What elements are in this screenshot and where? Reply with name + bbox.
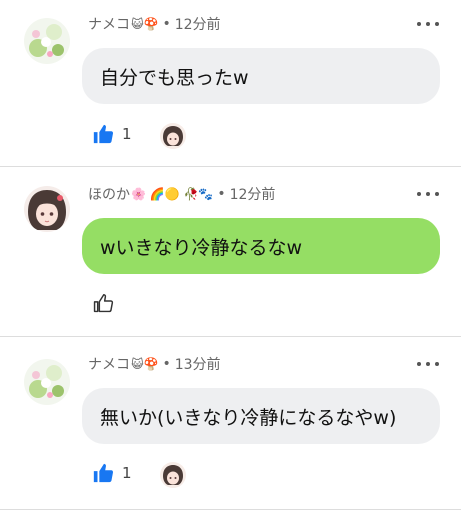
avatar[interactable] (24, 186, 70, 232)
author-name[interactable]: ほのか (88, 184, 130, 204)
divider (0, 509, 461, 510)
separator-dot: • (217, 186, 226, 202)
avatar[interactable] (24, 18, 70, 64)
comment-item: ナメコ 😺🍄 • 13分前 無いか(いきなり冷静になるなやw) 1 (0, 337, 461, 512)
comment-bubble[interactable]: 自分でも思ったw (82, 48, 440, 104)
timestamp: 12分前 (174, 17, 221, 33)
avatar[interactable] (24, 359, 70, 405)
like-count: 1 (122, 125, 132, 143)
comment-meta: ナメコ 😺🍄 • 12分前 (88, 13, 221, 35)
like-button[interactable]: 1 (92, 461, 132, 485)
author-emojis: 🌸 🌈🟡 🥀🐾 (131, 187, 214, 201)
comment-text: 自分でも思ったw (100, 66, 249, 89)
separator-dot: • (162, 16, 171, 32)
author-name[interactable]: ナメコ (88, 14, 130, 34)
thumbs-up-filled-icon (92, 462, 114, 484)
comment-text: wいきなり冷静なるなw (100, 236, 303, 259)
author-name[interactable]: ナメコ (88, 354, 130, 374)
more-options-icon[interactable] (417, 353, 439, 375)
thumbs-up-filled-icon (92, 123, 114, 145)
comment-bubble[interactable]: wいきなり冷静なるなw (82, 218, 440, 274)
more-options-icon[interactable] (417, 13, 439, 35)
reactor-avatar[interactable] (160, 123, 186, 149)
like-button[interactable]: 1 (92, 122, 132, 146)
comment-bubble[interactable]: 無いか(いきなり冷静になるなやw) (82, 388, 440, 444)
author-emojis: 😺🍄 (131, 17, 159, 31)
like-button[interactable] (92, 291, 114, 315)
timestamp: 12分前 (229, 187, 276, 203)
separator-dot: • (162, 356, 171, 372)
reactor-avatar[interactable] (160, 462, 186, 488)
author-emojis: 😺🍄 (131, 357, 159, 371)
comment-item: ナメコ 😺🍄 • 12分前 自分でも思ったw 1 (0, 0, 461, 166)
comment-meta: ほのか 🌸 🌈🟡 🥀🐾 • 12分前 (88, 183, 275, 205)
comment-meta: ナメコ 😺🍄 • 13分前 (88, 353, 221, 375)
thumbs-up-outline-icon (92, 292, 114, 314)
more-options-icon[interactable] (417, 183, 439, 205)
comment-thread: ナメコ 😺🍄 • 12分前 自分でも思ったw 1 ほのか 🌸 🌈🟡 🥀🐾 • 1… (0, 0, 461, 512)
comment-text: 無いか(いきなり冷静になるなやw) (100, 406, 397, 429)
timestamp: 13分前 (174, 357, 221, 373)
like-count: 1 (122, 464, 132, 482)
comment-item: ほのか 🌸 🌈🟡 🥀🐾 • 12分前 wいきなり冷静なるなw (0, 167, 461, 336)
